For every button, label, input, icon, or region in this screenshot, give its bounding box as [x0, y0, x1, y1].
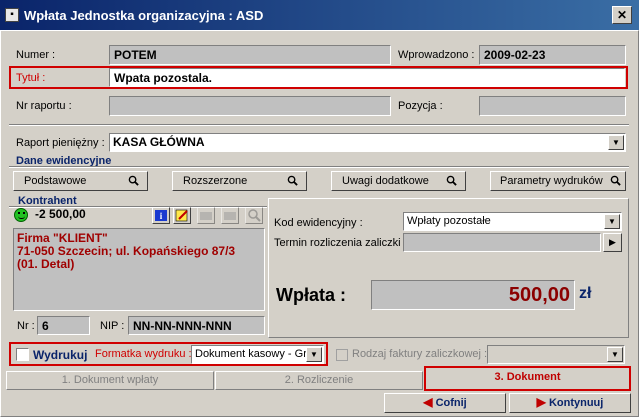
tab-dokument-wplaty[interactable]: 1. Dokument wpłaty — [6, 371, 214, 390]
search-contractor-button[interactable] — [245, 207, 263, 224]
triangle-left-icon: ◀ — [423, 395, 433, 409]
triangle-right-icon: ▶ — [609, 237, 616, 247]
search-icon — [446, 175, 457, 186]
search-icon — [287, 175, 298, 186]
currency-label: zł — [579, 285, 592, 302]
nip-field[interactable]: NN-NN-NNN-NNN — [128, 316, 265, 335]
kod-value: Wpłaty pozostałe — [407, 215, 491, 227]
chevron-down-icon[interactable]: ▼ — [607, 347, 623, 362]
divider — [9, 124, 629, 126]
nip-label: NIP : — [100, 320, 125, 332]
kod-label: Kod ewidencyjny : — [274, 217, 363, 229]
wprowadzono-field[interactable]: 2009-02-23 — [479, 45, 626, 65]
uwagi-button[interactable]: Uwagi dodatkowe — [331, 171, 466, 191]
search-icon — [248, 209, 261, 222]
wydrukuj-checkbox[interactable] — [16, 348, 29, 361]
chevron-down-icon[interactable]: ▼ — [306, 347, 322, 362]
next-button[interactable]: ▶ Kontynuuj — [509, 393, 631, 413]
pozycja-label: Pozycja : — [398, 100, 443, 112]
edit-button[interactable] — [173, 207, 191, 224]
chevron-down-icon[interactable]: ▼ — [604, 214, 620, 229]
kod-select[interactable]: Wpłaty pozostałe ▼ — [403, 212, 622, 231]
parametry-button[interactable]: Parametry wydruków — [490, 171, 626, 191]
folder-add-icon — [200, 212, 212, 220]
raport-value: KASA GŁÓWNA — [113, 135, 205, 149]
window-app-icon: ▪ — [5, 8, 19, 22]
raport-select[interactable]: KASA GŁÓWNA ▼ — [109, 133, 626, 152]
tab-rozliczenie[interactable]: 2. Rozliczenie — [215, 371, 423, 390]
termin-label: Termin rozliczenia zaliczki : — [274, 237, 407, 249]
nr-raportu-field[interactable] — [109, 96, 391, 116]
numer-label: Numer : — [16, 49, 56, 61]
add-contractor-button[interactable] — [197, 207, 215, 224]
kontrahent-group: (01. Detal) — [17, 257, 75, 271]
kontrahent-balance: -2 500,00 — [35, 207, 86, 221]
pozycja-field[interactable] — [479, 96, 626, 116]
search-icon — [128, 175, 139, 186]
triangle-right-icon: ▶ — [536, 395, 546, 409]
folder-button[interactable] — [221, 207, 239, 224]
nr-raportu-label: Nr raportu : — [16, 100, 72, 112]
termin-field[interactable] — [403, 233, 601, 252]
nr-field[interactable]: 6 — [37, 316, 90, 335]
search-icon — [610, 175, 621, 186]
folder-icon — [224, 212, 236, 220]
rodzaj-label: Rodzaj faktury zaliczkowej : — [352, 348, 488, 360]
wydrukuj-label: Wydrukuj — [33, 348, 88, 362]
wplata-label: Wpłata : — [276, 285, 346, 305]
kontrahent-address-box: Firma "KLIENT" 71-050 Szczecin; ul. Kopa… — [13, 228, 265, 311]
wplata-amount[interactable]: 500,00 — [371, 280, 575, 310]
rodzaj-select[interactable]: ▼ — [487, 345, 625, 364]
window-title: Wpłata Jednostka organizacyjna : ASD — [24, 8, 264, 23]
close-button[interactable]: ✕ — [612, 6, 632, 24]
back-button[interactable]: ◀ Cofnij — [384, 393, 506, 413]
info-button[interactable]: i — [152, 207, 170, 224]
chevron-down-icon[interactable]: ▼ — [608, 135, 624, 150]
smiley-status-icon — [14, 208, 28, 222]
podstawowe-button[interactable]: Podstawowe — [13, 171, 148, 191]
title-bar: ▪ Wpłata Jednostka organizacyjna : ASD ✕ — [0, 0, 639, 30]
formatka-select[interactable]: Dokument kasowy - Gra ▼ — [191, 345, 324, 364]
info-icon: i — [155, 210, 167, 221]
termin-picker-button[interactable]: ▶ — [603, 233, 622, 252]
tab-dokument[interactable]: 3. Dokument — [426, 368, 629, 389]
formatka-value: Dokument kasowy - Gra — [195, 348, 313, 360]
edit-icon — [175, 209, 188, 222]
divider — [9, 166, 629, 168]
wprowadzono-label: Wprowadzono : — [398, 49, 475, 61]
formatka-label: Formatka wydruku : — [95, 348, 192, 360]
rodzaj-checkbox[interactable] — [336, 349, 348, 361]
numer-field[interactable]: POTEM — [109, 45, 391, 65]
tytul-input[interactable]: Wpata pozostala. — [109, 68, 625, 87]
rozszerzone-button[interactable]: Rozszerzone — [172, 171, 307, 191]
tytul-label: Tytuł : — [16, 72, 46, 84]
raport-label: Raport pieniężny : — [16, 137, 105, 149]
nr-label: Nr : — [17, 320, 35, 332]
